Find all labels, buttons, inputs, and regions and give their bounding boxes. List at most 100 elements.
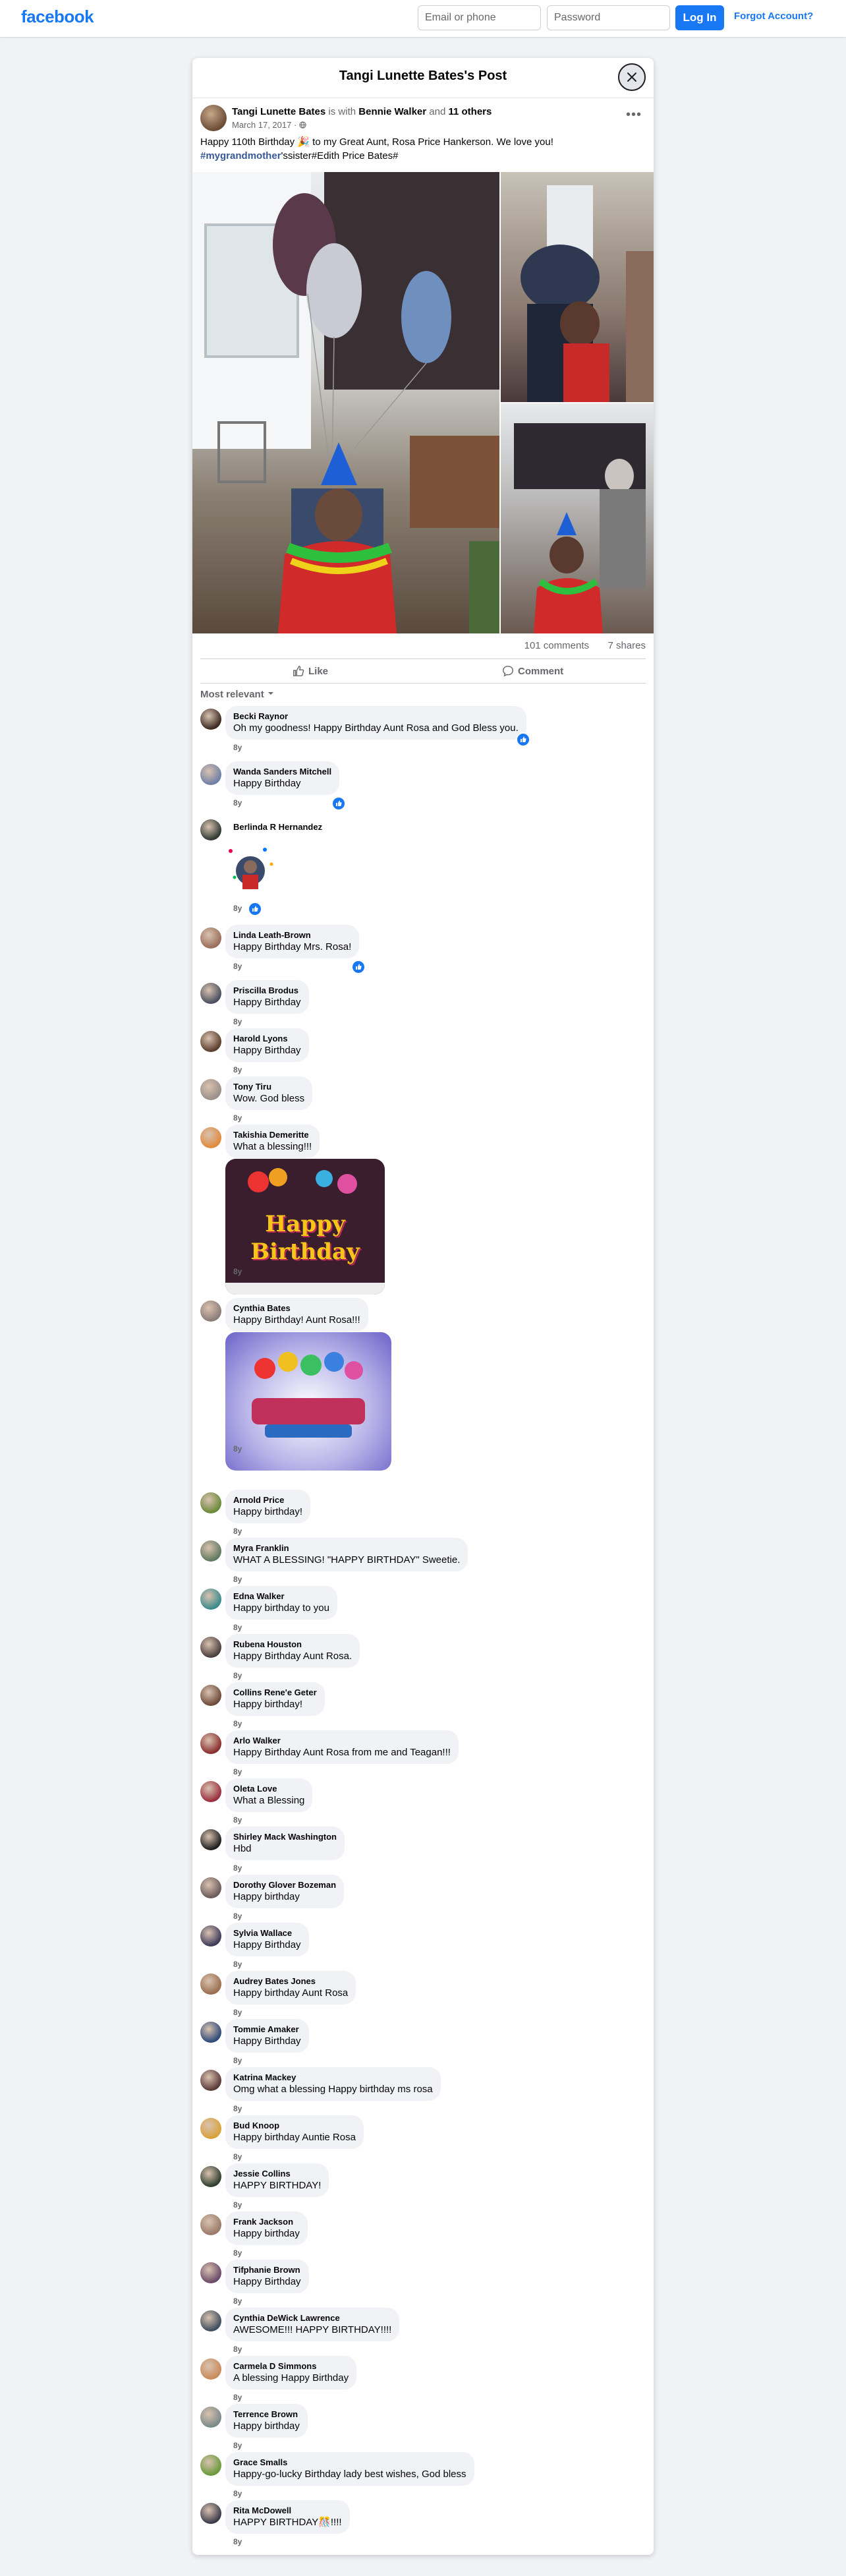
comment-timestamp[interactable]: 8y [233,1671,242,1680]
commenter-name[interactable]: Oleta Love [233,1784,304,1794]
comment-birthday-image[interactable] [225,1332,391,1471]
comment-timestamp[interactable]: 8y [233,2104,242,2113]
commenter-name[interactable]: Sylvia Wallace [233,1928,301,1939]
commenter-name[interactable]: Grace Smalls [233,2457,466,2468]
forgot-account-link[interactable]: Forgot Account? [734,11,813,22]
comment-timestamp[interactable]: 8y [233,1719,242,1728]
commenter-name[interactable]: Myra Franklin [233,1543,460,1554]
commenter-name[interactable]: Collins Rene'e Geter [233,1687,317,1698]
comment-gif-image[interactable]: Happy Birthday [225,1159,385,1295]
comment-timestamp[interactable]: 8y [233,2441,242,2450]
comment-button[interactable]: Comment [502,662,563,680]
like-reaction-icon[interactable] [331,796,346,811]
commenter-name[interactable]: Cynthia DeWick Lawrence [233,2313,391,2324]
commenter-name[interactable]: Harold Lyons [233,1034,301,1044]
comment-sort-dropdown[interactable]: Most relevant [192,684,654,706]
comment-timestamp[interactable]: 8y [233,1912,242,1921]
commenter-name[interactable]: Arnold Price [233,1495,302,1506]
comment-timestamp[interactable]: 8y [233,1575,242,1584]
commenter-name[interactable]: Berlinda R Hernandez [233,822,322,833]
commenter-name[interactable]: Tony Tiru [233,1082,304,1092]
commenter-name[interactable]: Becki Raynor [233,711,519,722]
commenter-name[interactable]: Arlo Walker [233,1736,451,1746]
tagged-others[interactable]: 11 others [448,106,492,117]
commenter-avatar[interactable] [200,983,221,1004]
comment-timestamp[interactable]: 8y [233,1815,242,1825]
commenter-avatar[interactable] [200,1829,221,1850]
commenter-name[interactable]: Carmela D Simmons [233,2361,349,2372]
commenter-avatar[interactable] [200,2070,221,2091]
comment-timestamp[interactable]: 8y [233,2152,242,2161]
commenter-avatar[interactable] [200,1301,221,1322]
facebook-logo[interactable]: facebook [21,7,94,27]
comment-timestamp[interactable]: 8y [233,1017,242,1026]
comment-timestamp[interactable]: 8y [233,1960,242,1969]
commenter-avatar[interactable] [200,1031,221,1052]
comment-timestamp[interactable]: 8y [233,798,242,807]
commenter-name[interactable]: Shirley Mack Washington [233,1832,337,1842]
commenter-avatar[interactable] [200,2407,221,2428]
commenter-avatar[interactable] [200,1127,221,1148]
comment-timestamp[interactable]: 8y [233,1444,242,1453]
commenter-name[interactable]: Jessie Collins [233,2169,321,2179]
comment-timestamp[interactable]: 8y [233,2248,242,2258]
comment-timestamp[interactable]: 8y [233,1767,242,1776]
commenter-avatar[interactable] [200,2455,221,2476]
comment-timestamp[interactable]: 8y [233,962,242,971]
post-date-text[interactable]: March 17, 2017 · [232,120,296,130]
comment-timestamp[interactable]: 8y [233,2297,242,2306]
commenter-avatar[interactable] [200,1877,221,1898]
commenter-avatar[interactable] [200,2262,221,2283]
comment-timestamp[interactable]: 8y [233,2393,242,2402]
commenter-avatar[interactable] [200,927,221,949]
commenter-avatar[interactable] [200,1540,221,1562]
tagged-person[interactable]: Bennie Walker [358,106,426,117]
comment-timestamp[interactable]: 8y [233,2345,242,2354]
comment-timestamp[interactable]: 8y [233,1527,242,1536]
post-photo-main[interactable] [192,172,499,633]
comment-timestamp[interactable]: 8y [233,1113,242,1123]
login-button[interactable]: Log In [675,5,724,30]
commenter-name[interactable]: Edna Walker [233,1591,329,1602]
commenter-avatar[interactable] [200,1589,221,1610]
commenter-avatar[interactable] [200,1637,221,1658]
commenter-name[interactable]: Dorothy Glover Bozeman [233,1880,336,1890]
comment-timestamp[interactable]: 8y [233,1267,242,1276]
comment-timestamp[interactable]: 8y [233,2056,242,2065]
comment-sticker[interactable] [225,844,275,894]
commenter-avatar[interactable] [200,764,221,785]
commenter-name[interactable]: Rita McDowell [233,2505,342,2516]
commenter-avatar[interactable] [200,1781,221,1802]
more-options-icon[interactable]: ••• [626,107,642,123]
commenter-avatar[interactable] [200,2358,221,2380]
commenter-avatar[interactable] [200,1925,221,1947]
commenter-name[interactable]: Wanda Sanders Mitchell [233,767,331,777]
commenter-name[interactable]: Tommie Amaker [233,2024,301,2035]
comment-timestamp[interactable]: 8y [233,904,242,913]
commenter-name[interactable]: Takishia Demeritte [233,1130,312,1140]
shares-count[interactable]: 7 shares [607,640,646,651]
commenter-avatar[interactable] [200,1079,221,1100]
commenter-name[interactable]: Frank Jackson [233,2217,300,2227]
email-input[interactable] [418,5,541,30]
like-reaction-icon[interactable] [351,960,366,974]
commenter-avatar[interactable] [200,1974,221,1995]
commenter-avatar[interactable] [200,1733,221,1754]
commenter-avatar[interactable] [200,2166,221,2187]
post-photo-top-right[interactable] [501,172,654,402]
commenter-avatar[interactable] [200,2118,221,2139]
commenter-avatar[interactable] [200,2503,221,2524]
hashtag-link[interactable]: #mygrandmother [200,150,281,161]
commenter-name[interactable]: Audrey Bates Jones [233,1976,348,1987]
comment-timestamp[interactable]: 8y [233,2200,242,2210]
comment-timestamp[interactable]: 8y [233,2537,242,2546]
password-input[interactable] [547,5,670,30]
commenter-name[interactable]: Linda Leath-Brown [233,930,351,941]
post-photo-bottom-right[interactable] [501,403,654,633]
commenter-avatar[interactable] [200,2214,221,2235]
comments-count[interactable]: 101 comments [524,640,589,651]
commenter-name[interactable]: Terrence Brown [233,2409,300,2420]
comment-timestamp[interactable]: 8y [233,2008,242,2017]
commenter-avatar[interactable] [200,2310,221,2331]
commenter-avatar[interactable] [200,1492,221,1513]
